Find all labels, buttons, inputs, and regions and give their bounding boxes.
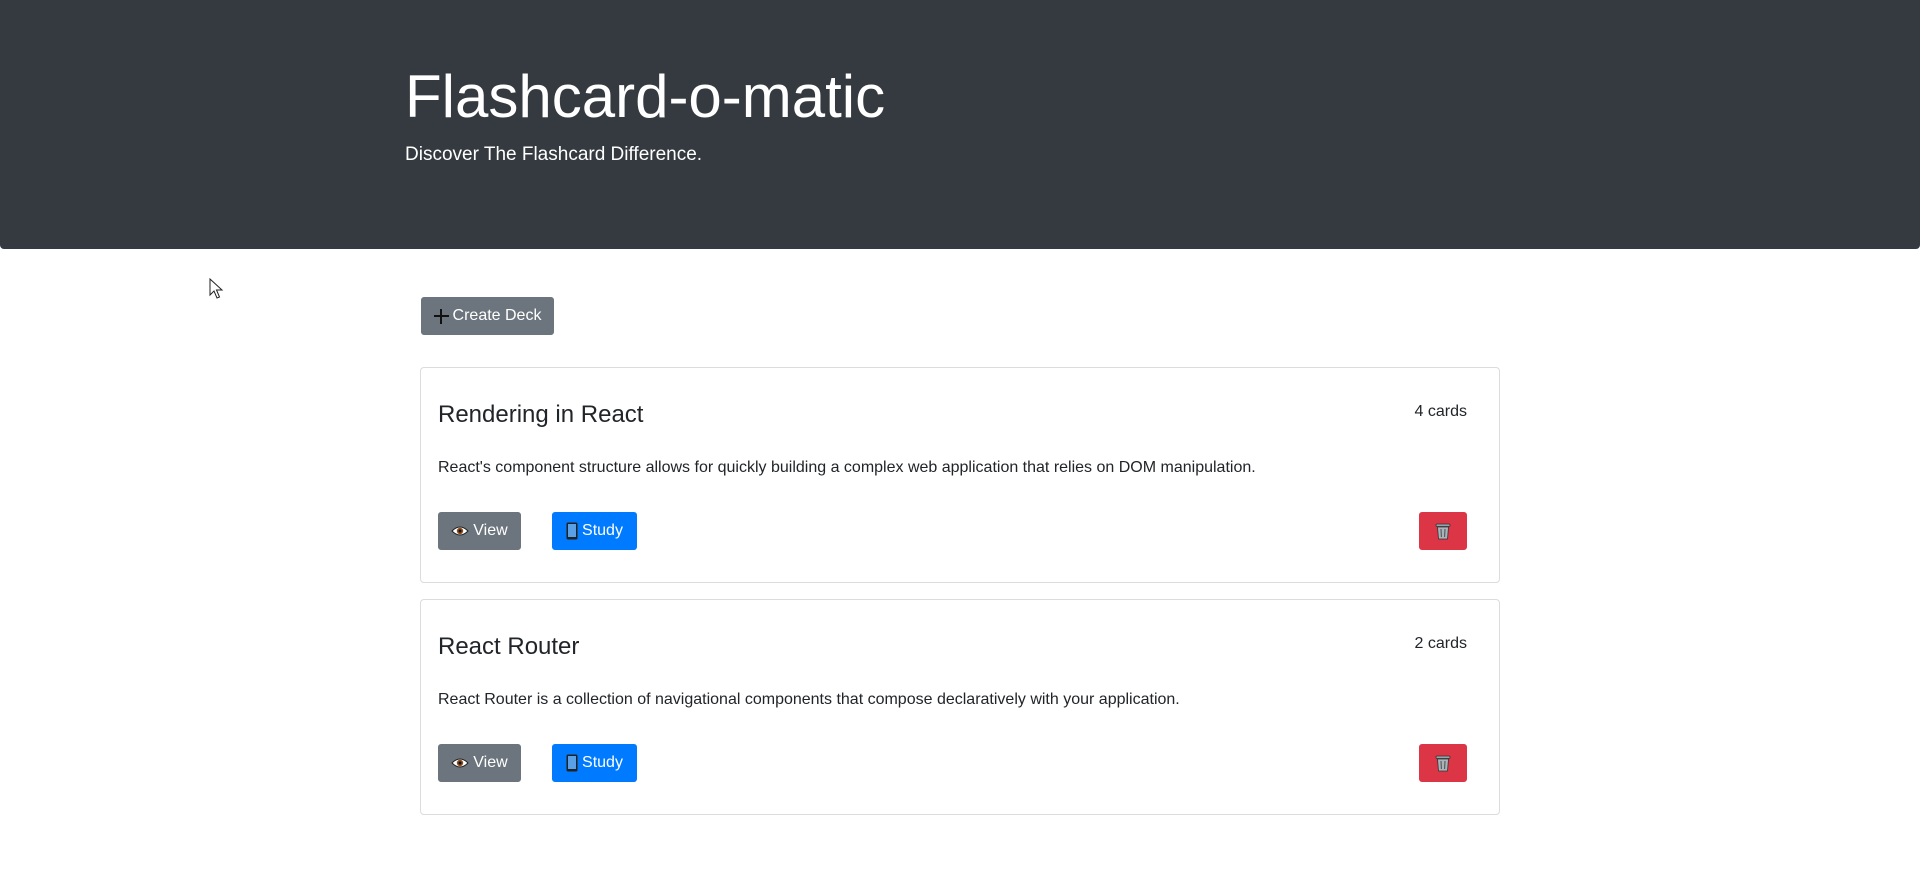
study-deck-button[interactable]: Study <box>552 744 637 782</box>
delete-deck-button[interactable] <box>1419 512 1467 550</box>
deck-title: Rendering in React <box>438 401 644 428</box>
deck-card: Rendering in React 4 cards React's compo… <box>420 367 1500 583</box>
deck-title: React Router <box>438 633 580 660</box>
eye-icon <box>451 526 470 536</box>
view-label: View <box>473 522 508 539</box>
tablet-icon <box>566 522 578 540</box>
deck-card-count: 2 cards <box>1414 635 1467 652</box>
tablet-icon <box>566 754 578 772</box>
deck-card-count: 4 cards <box>1414 403 1467 420</box>
app-subtitle: Discover The Flashcard Difference. <box>405 144 703 165</box>
deck-description: React's component structure allows for q… <box>438 459 1256 476</box>
trash-icon <box>1435 755 1451 772</box>
study-deck-button[interactable]: Study <box>552 512 637 550</box>
deck-description: React Router is a collection of navigati… <box>438 691 1180 708</box>
trash-icon <box>1435 523 1451 540</box>
app-title: Flashcard-o-matic <box>405 63 886 130</box>
view-deck-button[interactable]: View <box>438 744 521 782</box>
view-deck-button[interactable]: View <box>438 512 521 550</box>
jumbotron-header: Flashcard-o-matic Discover The Flashcard… <box>0 0 1920 249</box>
mouse-cursor-icon <box>209 278 224 299</box>
plus-icon <box>433 308 449 324</box>
delete-deck-button[interactable] <box>1419 744 1467 782</box>
create-deck-label: Create Deck <box>452 307 542 324</box>
create-deck-button[interactable]: Create Deck <box>421 297 554 335</box>
view-label: View <box>473 754 508 771</box>
eye-icon <box>451 758 470 768</box>
deck-card: React Router 2 cards React Router is a c… <box>420 599 1500 815</box>
study-label: Study <box>582 522 623 539</box>
study-label: Study <box>582 754 623 771</box>
